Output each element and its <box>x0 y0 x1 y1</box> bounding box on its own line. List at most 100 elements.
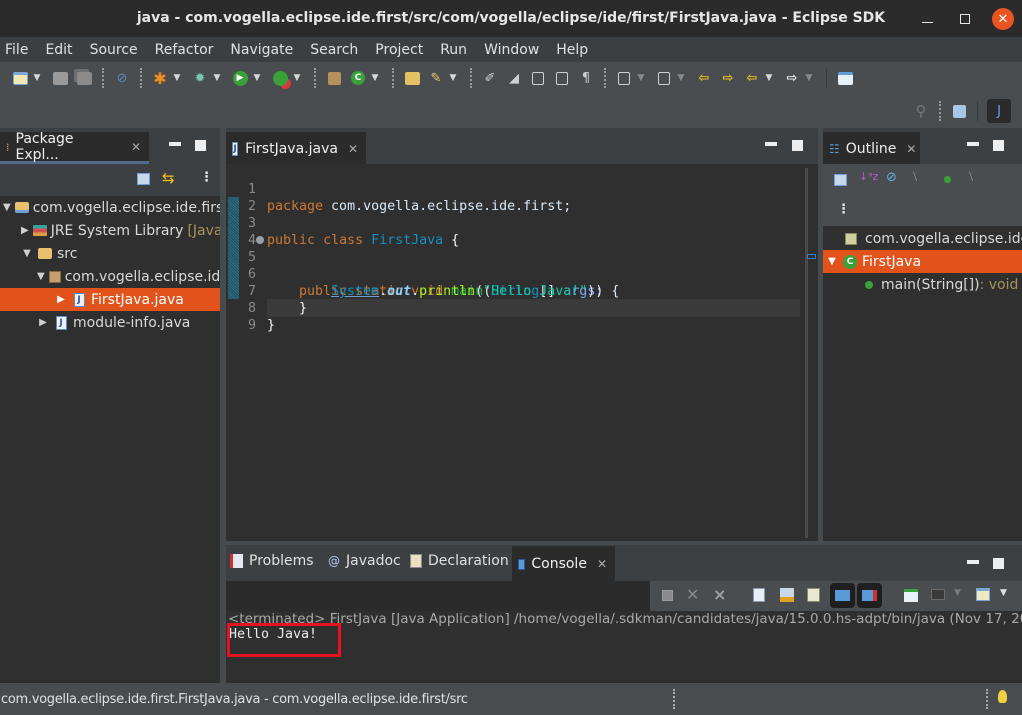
tab-problems[interactable]: Problems <box>230 553 314 569</box>
console-output[interactable]: <terminated> FirstJava [Java Application… <box>226 611 1022 683</box>
tree-item-firstjava[interactable]: ▶ J FirstJava.java <box>0 288 220 311</box>
save-all-icon[interactable] <box>75 69 93 87</box>
expand-toggle[interactable]: ▶ <box>21 225 29 236</box>
pilcrow-icon[interactable]: ¶ <box>577 69 595 87</box>
open-task-icon[interactable]: ✎ <box>427 69 445 87</box>
lightbulb-icon[interactable] <box>998 690 1007 703</box>
display-selected-console-icon[interactable] <box>931 589 945 600</box>
expand-toggle[interactable]: ▼ <box>3 202 11 213</box>
last-edit-location-icon[interactable]: ⇦ <box>695 69 713 87</box>
collapse-all-icon[interactable] <box>137 173 150 185</box>
menu-source[interactable]: Source <box>90 42 138 58</box>
show-whitespace-icon[interactable] <box>553 69 571 87</box>
hide-local-types-icon[interactable]: ⧵ <box>969 170 973 185</box>
minimize-editor-button[interactable] <box>765 142 777 146</box>
next-annotation-icon[interactable] <box>615 69 633 87</box>
outline-item-method[interactable]: main(String[]) : void <box>823 273 1022 296</box>
tab-javadoc[interactable]: @ Javadoc <box>328 553 401 569</box>
menu-run[interactable]: Run <box>440 42 467 58</box>
expand-toggle[interactable]: ▶ <box>37 317 49 328</box>
menu-refactor[interactable]: Refactor <box>155 42 214 58</box>
tab-outline[interactable]: ☷ Outline ✕ <box>823 132 920 164</box>
tree-item-module-info[interactable]: ▶ J module-info.java <box>0 311 220 334</box>
hide-fields-icon[interactable]: ⊘ <box>886 170 897 185</box>
tab-console[interactable]: Console ✕ <box>512 546 615 581</box>
hide-static-icon[interactable]: ⧵ <box>913 170 917 185</box>
previous-annotation-dropdown[interactable]: ▼ <box>676 73 686 83</box>
sort-icon[interactable]: ↓ᵃz <box>859 170 878 183</box>
close-tab-icon[interactable]: ✕ <box>348 142 358 156</box>
toggle-block-selection-icon[interactable]: ◢ <box>505 69 523 87</box>
minimize-view-button[interactable] <box>967 560 979 564</box>
pin-console-icon[interactable] <box>904 589 918 602</box>
run-icon[interactable]: ▶ <box>231 69 249 87</box>
open-task-dropdown[interactable]: ▼ <box>448 73 458 83</box>
code-editor[interactable]: 1 package com.vogella.eclipse.ide.first;… <box>226 164 818 541</box>
clear-console-icon[interactable] <box>753 588 765 602</box>
forward-icon[interactable]: ⇨ <box>783 69 801 87</box>
open-console-icon[interactable] <box>976 588 990 601</box>
editor-scrollbar[interactable] <box>805 168 808 538</box>
save-icon[interactable] <box>51 69 69 87</box>
skip-dropdown[interactable]: ▼ <box>172 73 182 83</box>
tree-item-src[interactable]: ▼ src <box>0 242 220 265</box>
pin-editor-icon[interactable] <box>836 69 854 87</box>
menu-search[interactable]: Search <box>310 42 358 58</box>
close-button[interactable]: ✕ <box>992 8 1014 30</box>
back-icon[interactable]: ⇦ <box>743 69 761 87</box>
minimize-view-button[interactable] <box>169 142 181 146</box>
next-edit-location-icon[interactable]: ⇨ <box>719 69 737 87</box>
debug-icon[interactable]: ✹ <box>191 69 209 87</box>
open-perspective-icon[interactable] <box>950 102 968 120</box>
open-type-icon[interactable] <box>403 69 421 87</box>
overview-ruler-marker[interactable] <box>807 254 816 259</box>
open-console-dropdown[interactable]: ▼ <box>1000 588 1007 598</box>
show-console-on-stderr-icon[interactable] <box>857 583 882 608</box>
display-console-dropdown[interactable]: ▼ <box>954 588 961 598</box>
close-tab-icon[interactable]: ✕ <box>131 140 141 154</box>
link-with-editor-icon[interactable]: ⇆ <box>162 169 175 187</box>
skip-breakpoints-icon[interactable]: ✱ <box>151 69 169 88</box>
maximize-editor-button[interactable] <box>792 140 803 151</box>
expand-toggle[interactable]: ▶ <box>55 294 67 305</box>
menu-file[interactable]: File <box>5 42 28 58</box>
word-wrap-icon[interactable] <box>807 588 820 602</box>
tab-package-explorer[interactable]: ⁞ Package Expl... ✕ <box>0 131 149 164</box>
back-dropdown[interactable]: ▼ <box>764 73 774 83</box>
external-tools-icon[interactable] <box>271 69 289 87</box>
scroll-lock-icon[interactable] <box>780 588 794 602</box>
tree-item-jre-library[interactable]: ▶ JRE System Library [JavaSE-15] <box>0 219 220 242</box>
expand-toggle[interactable]: ▼ <box>37 271 45 282</box>
show-console-on-stdout-icon[interactable] <box>830 583 855 608</box>
toggle-breadcrumb-icon[interactable]: ⊘ <box>113 69 131 87</box>
new-wizard-icon[interactable] <box>11 69 29 87</box>
minimize-button[interactable] <box>916 8 938 30</box>
tree-item-package[interactable]: ▼ com.vogella.eclipse.ide.first <box>0 265 220 288</box>
close-tab-icon[interactable]: ✕ <box>906 142 916 156</box>
toggle-mark-occurrences-icon[interactable]: ✐ <box>481 69 499 87</box>
hide-non-public-icon[interactable] <box>944 176 951 183</box>
remove-launch-icon[interactable]: ✕ <box>686 585 699 604</box>
remove-all-terminated-icon[interactable]: ⨯ <box>713 585 726 604</box>
tree-item-project[interactable]: ▼ com.vogella.eclipse.ide.first <box>0 196 220 219</box>
maximize-view-button[interactable] <box>993 558 1004 569</box>
menu-project[interactable]: Project <box>375 42 423 58</box>
maximize-view-button[interactable] <box>993 140 1004 151</box>
tab-declaration[interactable]: Declaration <box>410 553 509 569</box>
expand-toggle[interactable]: ▼ <box>826 256 838 267</box>
view-menu-icon[interactable]: ⋮ <box>200 170 213 185</box>
java-perspective-icon[interactable]: J <box>987 99 1011 123</box>
fold-collapse-icon[interactable] <box>256 236 264 244</box>
menu-help[interactable]: Help <box>556 42 588 58</box>
run-dropdown[interactable]: ▼ <box>252 73 262 83</box>
previous-annotation-icon[interactable] <box>655 69 673 87</box>
new-class-dropdown[interactable]: ▼ <box>370 73 380 83</box>
menu-navigate[interactable]: Navigate <box>230 42 293 58</box>
next-annotation-dropdown[interactable]: ▼ <box>636 73 646 83</box>
close-tab-icon[interactable]: ✕ <box>597 557 607 571</box>
minimize-view-button[interactable] <box>967 142 979 146</box>
external-tools-dropdown[interactable]: ▼ <box>292 73 302 83</box>
collapse-all-icon[interactable] <box>834 174 847 186</box>
new-java-class-icon[interactable]: C <box>349 69 367 87</box>
menu-edit[interactable]: Edit <box>45 42 72 58</box>
